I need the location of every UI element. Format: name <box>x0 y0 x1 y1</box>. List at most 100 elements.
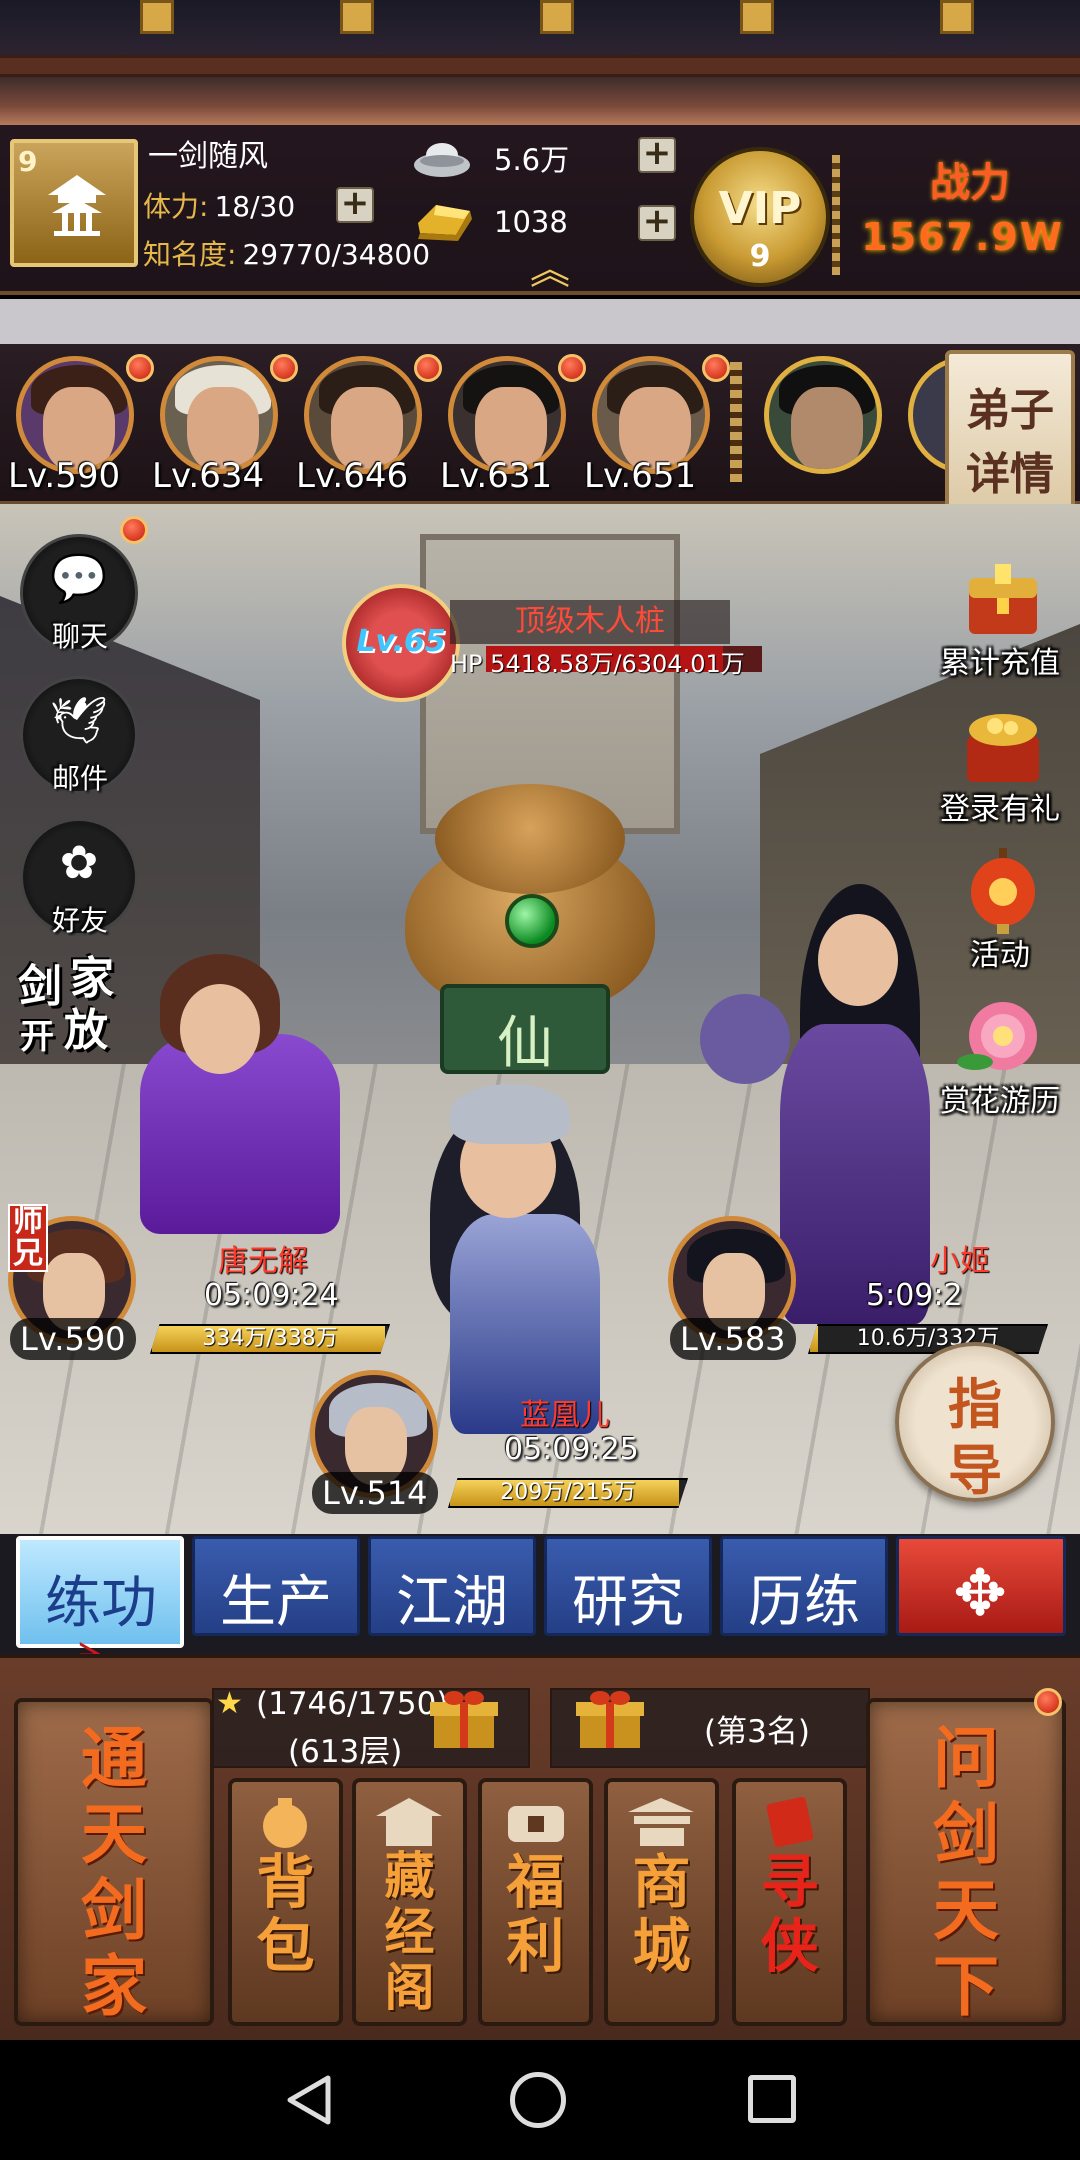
jade-gem <box>505 894 559 948</box>
fame-row: 知名度: 29770/34800 <box>143 233 430 273</box>
plaque-char: 家 <box>81 1947 147 2025</box>
player-header: 9 一剑随风 体力: 18/30 + 知名度: 29770/34800 5.6万 +… <box>0 125 1080 295</box>
locked-disciple-item[interactable] <box>900 356 950 496</box>
disciple-detail-button[interactable]: 弟子 详情 <box>945 350 1075 520</box>
toad-head <box>435 784 625 894</box>
tab-label: 历练 <box>748 1570 860 1635</box>
login-gift-button[interactable]: 登录有礼 <box>920 700 1080 840</box>
mail-button[interactable]: 🕊 邮件 <box>20 676 138 795</box>
player-level: 9 <box>18 145 38 178</box>
bag-icon <box>263 1798 307 1848</box>
recent-apps-icon[interactable] <box>748 2075 796 2123</box>
notification-dot <box>270 354 298 382</box>
event-label: 累计充值 <box>940 646 1060 681</box>
notification-dot <box>558 354 586 382</box>
stamina-label: 体力: <box>143 190 209 223</box>
tab-training[interactable]: 练功 <box>16 1536 184 1648</box>
disciple-level: Lv.646 <box>296 456 409 496</box>
tab-jianghu[interactable]: 江湖 <box>368 1536 536 1636</box>
gift-box-icon[interactable] <box>574 1686 646 1752</box>
activity-button[interactable]: 活动 <box>920 846 1080 986</box>
wenjian-tianxia-button[interactable]: 问 剑 天 下 <box>866 1698 1066 2026</box>
plaque-char: 通 <box>81 1719 147 1797</box>
flower-icon <box>957 1002 1037 1070</box>
tab-experience[interactable]: 历练 <box>720 1536 888 1636</box>
chat-button[interactable]: 💬 聊天 <box>20 534 138 653</box>
add-silver-button[interactable]: + <box>638 136 676 173</box>
tab-research[interactable]: 研究 <box>544 1536 712 1636</box>
friends-button[interactable]: ✿ 好友 <box>20 818 138 937</box>
event-label: 活动 <box>970 938 1030 973</box>
tab-production[interactable]: 生产 <box>192 1536 360 1636</box>
unit-hp-text: 10.6万/332万 <box>856 1326 1000 1351</box>
disciple-item[interactable]: Lv.634 <box>152 354 298 496</box>
notification-dot <box>414 354 442 382</box>
chain-divider <box>832 155 840 275</box>
boss-hp-text: 5418.58万/6304.01万 <box>490 650 745 678</box>
label-char: 寻 <box>760 1848 819 1916</box>
tower-floor: (613层) <box>288 1734 403 1770</box>
guide-label-line2: 导 <box>948 1438 1002 1502</box>
expand-chevron-icon[interactable]: ︽ <box>520 250 580 290</box>
disciple-portrait <box>764 356 882 474</box>
seek-hero-button[interactable]: 寻侠 <box>732 1778 847 2026</box>
scripture-pavilion-button[interactable]: 藏经阁 <box>352 1778 467 2026</box>
roof-post <box>140 0 174 34</box>
character-helmet <box>450 1084 570 1144</box>
unit-hp-text: 334万/338万 <box>202 1326 338 1351</box>
chat-label: 聊天 <box>51 620 108 653</box>
notification-dot <box>702 354 730 382</box>
plaque-char: 天 <box>81 1795 147 1873</box>
notification-dot <box>120 516 148 544</box>
unit-name: 唐无解 <box>218 1244 308 1279</box>
welfare-label: 福利 <box>482 1850 589 1978</box>
power-value: 1567.9W <box>861 215 1064 259</box>
back-icon[interactable] <box>284 2074 334 2126</box>
unit-level: Lv.514 <box>312 1472 438 1514</box>
disciple-item[interactable]: Lv.651 <box>584 354 730 496</box>
backpack-button[interactable]: 背包 <box>228 1778 343 2026</box>
tower-progress: (1746/1750) <box>256 1686 449 1722</box>
pavilion-label: 藏经阁 <box>356 1848 463 2016</box>
boss-level: Lv.65 <box>356 624 446 659</box>
recharge-event-button[interactable]: 累计充值 <box>920 554 1080 694</box>
label-char: 包 <box>256 1912 315 1980</box>
plaque-char: 下 <box>933 1947 999 2025</box>
divider-strip <box>0 299 1080 344</box>
vip-badge[interactable]: VIP 9 <box>690 147 830 287</box>
stamina-value: 18/30 <box>214 190 296 223</box>
system-nav-bar <box>0 2040 1080 2160</box>
gift-box-icon[interactable] <box>428 1686 500 1752</box>
tab-label: 江湖 <box>396 1570 508 1635</box>
jianjia-open-badge[interactable]: 剑 家 开 放 <box>18 954 138 1074</box>
player-avatar[interactable]: 9 <box>10 139 138 267</box>
character-head <box>818 914 898 1006</box>
pagoda-icon <box>48 175 106 236</box>
disciple-item[interactable]: Lv.631 <box>440 354 586 496</box>
disciple-item[interactable]: Lv.646 <box>296 354 442 496</box>
badge-char: 剑 <box>18 961 62 1012</box>
backpack-label: 背包 <box>232 1850 339 1978</box>
add-gold-button[interactable]: + <box>638 204 676 241</box>
locked-disciple-item[interactable] <box>756 356 888 496</box>
disciple-level: Lv.634 <box>152 456 265 496</box>
coin-icon <box>508 1806 564 1842</box>
roof-post <box>940 0 974 34</box>
shop-button[interactable]: 商城 <box>604 1778 719 2026</box>
disciple-level: Lv.651 <box>584 456 697 496</box>
add-stamina-button[interactable]: + <box>336 186 374 223</box>
flower-tour-button[interactable]: 赏花游历 <box>920 992 1080 1132</box>
boss-level-badge: Lv.65 <box>342 584 460 702</box>
tab-special[interactable]: ✥ <box>896 1536 1066 1636</box>
unit-timer: 05:09:24 <box>204 1278 339 1313</box>
badge-char: 放 <box>64 1005 108 1056</box>
home-icon[interactable] <box>510 2072 566 2128</box>
disciple-item[interactable]: Lv.590 <box>8 354 154 496</box>
welfare-button[interactable]: 福利 <box>478 1778 593 2026</box>
player-name: 一剑随风 <box>148 139 268 174</box>
silver-ingot-icon <box>414 143 470 177</box>
unit-timer: 5:09:2 <box>866 1278 963 1313</box>
plaque-char: 剑 <box>933 1795 999 1873</box>
tongtian-jianjia-button[interactable]: 通 天 剑 家 <box>14 1698 214 2026</box>
guide-button[interactable]: 指 导 <box>895 1342 1055 1502</box>
